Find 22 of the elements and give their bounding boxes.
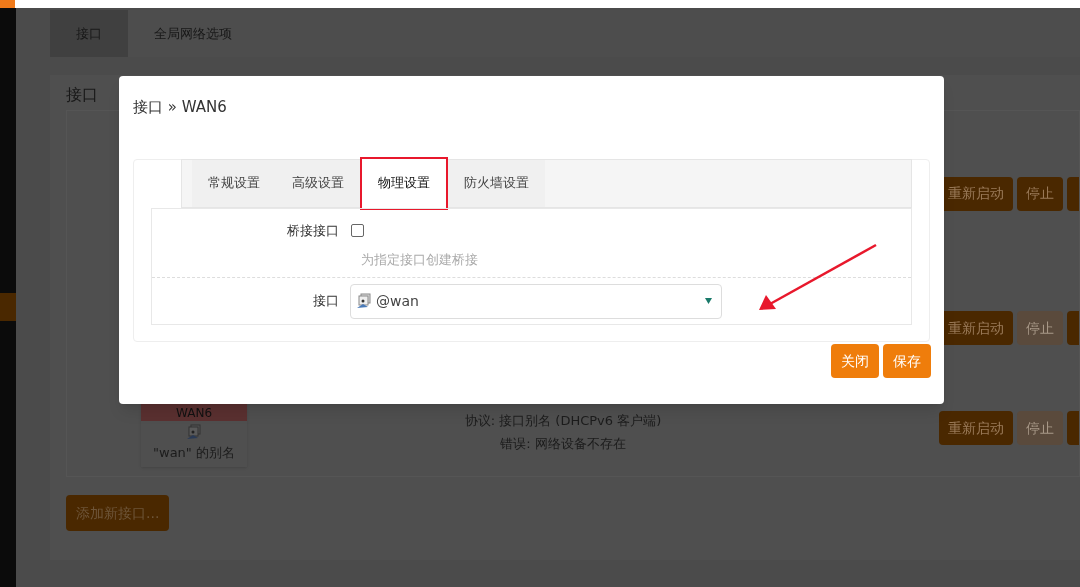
action-button[interactable]: 停止 — [1017, 176, 1063, 211]
bridge-checkbox[interactable] — [351, 224, 364, 237]
modal-title: 接口 » WAN6 — [133, 97, 228, 118]
action-button[interactable]: 重新启动 — [939, 411, 1013, 445]
dialog-button[interactable]: 关闭 — [831, 344, 879, 378]
network-icon — [186, 424, 202, 440]
settings-tab[interactable]: 防火墙设置 — [448, 159, 545, 207]
interface-select[interactable]: @wan — [350, 283, 722, 319]
logo-mark — [0, 0, 15, 8]
action-button[interactable] — [1067, 411, 1079, 445]
settings-tab[interactable]: 物理设置 — [360, 156, 448, 210]
field-hint: 为指定接口创建桥接 — [361, 250, 479, 269]
field-label: 接口 — [312, 292, 340, 311]
dialog-button[interactable]: 保存 — [883, 344, 931, 378]
interface-name: WAN6 — [176, 406, 212, 420]
caret-icon — [705, 298, 712, 304]
field-label: 桥接接口 — [286, 221, 340, 240]
action-button[interactable] — [1067, 311, 1079, 345]
action-button[interactable] — [1067, 176, 1079, 211]
settings-tab[interactable]: 常规设置 — [192, 159, 276, 207]
network-icon — [356, 293, 372, 309]
settings-tab[interactable]: 高级设置 — [276, 159, 360, 207]
